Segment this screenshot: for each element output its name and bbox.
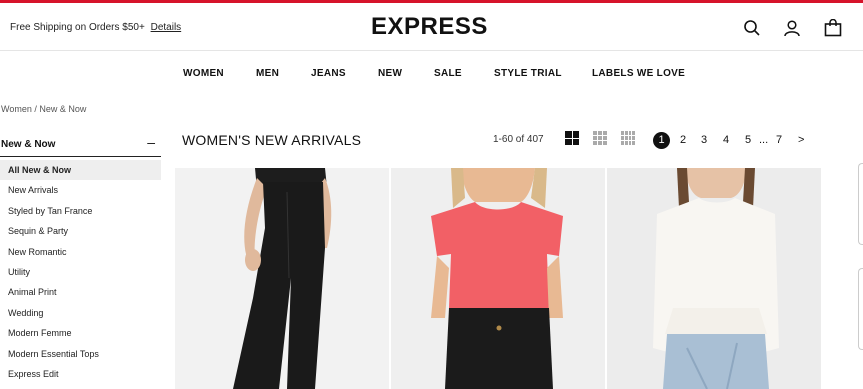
shipping-banner: Free Shipping on Orders $50+ Details [10, 22, 181, 33]
nav-jeans[interactable]: JEANS [311, 68, 346, 79]
side-panel-tab-2[interactable] [858, 268, 863, 350]
page-ellipsis: ... [759, 134, 769, 146]
sidebar-item-wedding[interactable]: Wedding [0, 303, 161, 323]
sidebar-item-sequin-party[interactable]: Sequin & Party [0, 221, 161, 241]
sidebar-heading-label: New & Now [1, 139, 56, 150]
sidebar-item-modern-femme[interactable]: Modern Femme [0, 323, 161, 343]
sidebar-list: All New & Now New Arrivals Styled by Tan… [0, 160, 161, 384]
product-image-coral-top [391, 168, 605, 389]
nav-women[interactable]: WOMEN [183, 68, 224, 79]
collapse-icon[interactable]: – [147, 134, 155, 150]
sidebar-item-all-new-and-now[interactable]: All New & Now [0, 160, 161, 181]
nav-labels-we-love[interactable]: LABELS WE LOVE [592, 68, 685, 79]
product-card-white-top[interactable] [607, 168, 821, 389]
sidebar-item-new-romantic[interactable]: New Romantic [0, 242, 161, 262]
nav-style-trial[interactable]: STYLE TRIAL [494, 68, 562, 79]
main-nav: WOMEN MEN JEANS NEW SALE STYLE TRIAL LAB… [0, 64, 863, 84]
site-header: Free Shipping on Orders $50+ Details EXP… [0, 3, 863, 51]
next-page-button[interactable]: > [798, 132, 804, 149]
sidebar-item-utility[interactable]: Utility [0, 262, 161, 282]
shipping-text: Free Shipping on Orders $50+ [10, 22, 145, 33]
sidebar-item-modern-essential-tops[interactable]: Modern Essential Tops [0, 344, 161, 364]
bag-icon[interactable] [824, 19, 842, 37]
page-link-3[interactable]: 3 [701, 132, 707, 149]
page-link-last[interactable]: 7 [776, 132, 782, 149]
page-link-5[interactable]: 5 [745, 132, 751, 149]
product-card-black-pants[interactable] [175, 168, 389, 389]
sidebar-item-express-edit[interactable]: Express Edit [0, 364, 161, 384]
sidebar-item-styled-by-tan-france[interactable]: Styled by Tan France [0, 201, 161, 221]
grid-2-view-icon[interactable] [565, 131, 579, 145]
grid-3-view-icon[interactable] [593, 131, 607, 145]
product-image-black-pants [175, 168, 389, 389]
breadcrumb[interactable]: Women / New & Now [1, 104, 86, 114]
product-card-coral-top[interactable] [391, 168, 605, 389]
account-icon[interactable] [783, 19, 801, 37]
sidebar-heading[interactable]: New & Now – [0, 132, 161, 157]
result-count: 1-60 of 407 [493, 134, 544, 145]
page-current[interactable]: 1 [653, 132, 670, 149]
nav-sale[interactable]: SALE [434, 68, 462, 79]
search-icon[interactable] [743, 19, 761, 37]
express-logo[interactable]: EXPRESS [371, 13, 488, 41]
page-link-4[interactable]: 4 [723, 132, 729, 149]
page-title: WOMEN'S NEW ARRIVALS [182, 132, 362, 148]
page-link-2[interactable]: 2 [680, 132, 686, 149]
sidebar-item-animal-print[interactable]: Animal Print [0, 282, 161, 302]
sidebar-item-new-arrivals[interactable]: New Arrivals [0, 180, 161, 200]
product-image-white-top [607, 168, 821, 389]
side-panel-tab[interactable] [858, 163, 863, 245]
shipping-details-link[interactable]: Details [151, 22, 182, 33]
nav-new[interactable]: NEW [378, 68, 402, 79]
nav-men[interactable]: MEN [256, 68, 279, 79]
grid-4-view-icon[interactable] [621, 131, 635, 145]
